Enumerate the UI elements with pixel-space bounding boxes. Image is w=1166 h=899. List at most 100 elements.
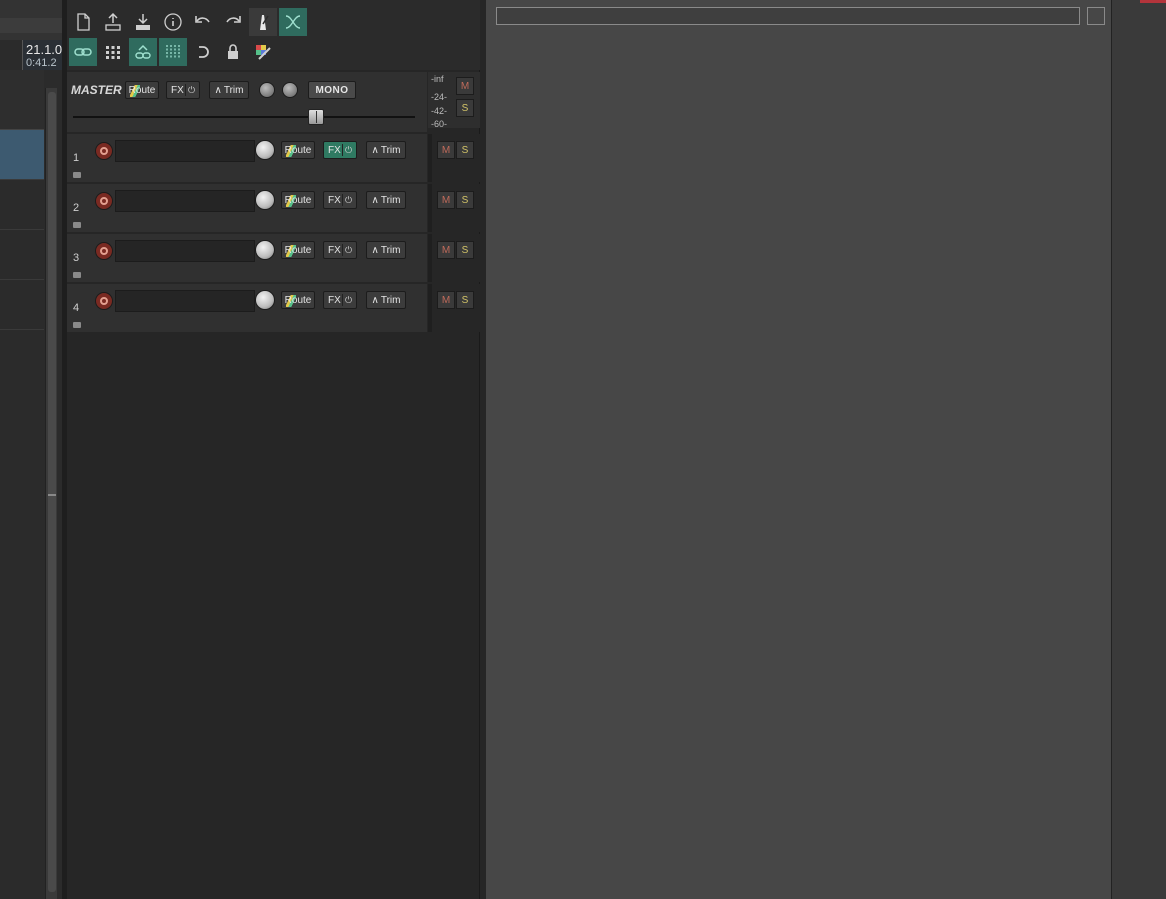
envelope-icon: ∧	[371, 144, 379, 156]
route-button[interactable]: Route	[281, 241, 315, 259]
master-solo-button[interactable]: S	[456, 99, 474, 117]
crossfade-icon[interactable]	[279, 8, 307, 36]
mute-button[interactable]: M	[437, 141, 455, 159]
meter-label-60: -60-	[431, 119, 448, 128]
vertical-scrollbar[interactable]	[45, 88, 57, 899]
scrollbar-grip	[48, 494, 56, 496]
trim-button[interactable]: ∧ Trim	[366, 291, 406, 309]
link-icon[interactable]	[69, 38, 97, 66]
meter-label-42: -42-	[431, 106, 448, 116]
master-track[interactable]: MASTER Route FX ⏻ ∧ Trim MONO	[67, 72, 427, 132]
lock-icon[interactable]	[219, 38, 247, 66]
track-name-field[interactable]	[115, 140, 255, 162]
track-4[interactable]: 4 Route FX ⏻ ∧ Trim	[67, 284, 427, 332]
meter-label-24: -24-	[431, 92, 448, 102]
track-lane-2[interactable]	[0, 180, 44, 230]
fx-button[interactable]: FX ⏻	[323, 141, 357, 159]
side-panel	[486, 0, 1111, 899]
record-arm-button[interactable]	[95, 292, 113, 310]
mute-button[interactable]: M	[437, 291, 455, 309]
route-button[interactable]: Route	[281, 141, 315, 159]
track-volume-knob[interactable]	[255, 240, 275, 260]
envelope-icon: ∧	[214, 84, 222, 96]
grouping-icon[interactable]	[129, 38, 157, 66]
route-button[interactable]: Route	[281, 191, 315, 209]
panel-search-input[interactable]	[496, 7, 1080, 25]
trim-button[interactable]: ∧ Trim	[366, 191, 406, 209]
master-fx-button[interactable]: FX ⏻	[166, 81, 200, 99]
envelope-icon: ∧	[371, 244, 379, 256]
master-fader-track[interactable]	[73, 116, 415, 118]
grid-icon[interactable]	[99, 38, 127, 66]
track-volume-knob[interactable]	[255, 290, 275, 310]
track-number: 3	[73, 252, 80, 264]
solo-button[interactable]: S	[456, 241, 474, 259]
track-volume-knob[interactable]	[255, 190, 275, 210]
master-route-button[interactable]: Route	[125, 81, 159, 99]
master-mute-button[interactable]: M	[456, 77, 474, 95]
fx-button[interactable]: FX ⏻	[323, 191, 357, 209]
trim-button[interactable]: ∧ Trim	[366, 241, 406, 259]
fx-bypass-icon[interactable]: ⏻	[342, 244, 354, 256]
track-name-field[interactable]	[115, 290, 255, 312]
track-name-field[interactable]	[115, 190, 255, 212]
track-lane-4[interactable]	[0, 280, 44, 330]
time-seconds: 0:41.2	[26, 57, 57, 69]
save-upload-icon[interactable]	[99, 8, 127, 36]
track-2-meter: M S	[428, 184, 480, 232]
trim-button[interactable]: ∧ Trim	[366, 141, 406, 159]
route-button[interactable]: Route	[281, 291, 315, 309]
metronome-icon[interactable]	[249, 8, 277, 36]
master-pan-knob[interactable]	[282, 82, 298, 98]
record-arm-button[interactable]	[95, 192, 113, 210]
new-project-icon[interactable]	[69, 8, 97, 36]
solo-button[interactable]: S	[456, 291, 474, 309]
track-2[interactable]: 2 Route FX ⏻ ∧ Trim	[67, 184, 427, 232]
master-fader-thumb[interactable]	[308, 109, 324, 125]
record-arm-button[interactable]	[95, 242, 113, 260]
master-meter: -inf -24- -42- -60- M S	[428, 72, 480, 128]
fx-bypass-icon[interactable]: ⏻	[342, 294, 354, 306]
track-name-field[interactable]	[115, 240, 255, 262]
fx-bypass-icon[interactable]: ⏻	[342, 194, 354, 206]
track-3[interactable]: 3 Route FX ⏻ ∧ Trim	[67, 234, 427, 282]
record-arm-button[interactable]	[95, 142, 113, 160]
snap-lines-icon[interactable]	[159, 38, 187, 66]
track-lane-1[interactable]	[0, 130, 44, 180]
track-3-meter: M S	[428, 234, 480, 282]
track-number: 1	[73, 152, 80, 164]
solo-button[interactable]: S	[456, 141, 474, 159]
download-icon[interactable]	[129, 8, 157, 36]
track-number: 4	[73, 302, 80, 314]
fx-bypass-icon[interactable]: ⏻	[342, 144, 354, 156]
transport-bar	[0, 0, 62, 40]
master-volume-knob[interactable]	[259, 82, 275, 98]
dock-indicator	[1140, 0, 1166, 3]
loop-icon[interactable]	[189, 38, 217, 66]
info-icon[interactable]	[159, 8, 187, 36]
track-control-panel: MASTER Route FX ⏻ ∧ Trim MONO -inf -24- …	[67, 70, 480, 899]
undo-icon[interactable]	[189, 8, 217, 36]
ruler[interactable]	[0, 70, 44, 130]
master-trim-button[interactable]: ∧ Trim	[209, 81, 249, 99]
arrange-timeline-fragment: 21.1.00 0:41.2	[0, 0, 69, 899]
color-picker-icon[interactable]	[249, 38, 277, 66]
folder-icon[interactable]	[73, 272, 81, 278]
master-mono-button[interactable]: MONO	[308, 81, 356, 99]
scrollbar-thumb[interactable]	[48, 92, 56, 892]
track-1[interactable]: 1 Route FX ⏻ ∧ Trim	[67, 134, 427, 182]
fx-bypass-icon[interactable]: ⏻	[185, 84, 197, 96]
mute-button[interactable]: M	[437, 191, 455, 209]
track-volume-knob[interactable]	[255, 140, 275, 160]
fx-button[interactable]: FX ⏻	[323, 241, 357, 259]
track-4-meter: M S	[428, 284, 480, 332]
panel-option-button[interactable]	[1087, 7, 1105, 25]
track-lane-3[interactable]	[0, 230, 44, 280]
solo-button[interactable]: S	[456, 191, 474, 209]
folder-icon[interactable]	[73, 322, 81, 328]
folder-icon[interactable]	[73, 222, 81, 228]
redo-icon[interactable]	[219, 8, 247, 36]
mute-button[interactable]: M	[437, 241, 455, 259]
fx-button[interactable]: FX ⏻	[323, 291, 357, 309]
folder-icon[interactable]	[73, 172, 81, 178]
